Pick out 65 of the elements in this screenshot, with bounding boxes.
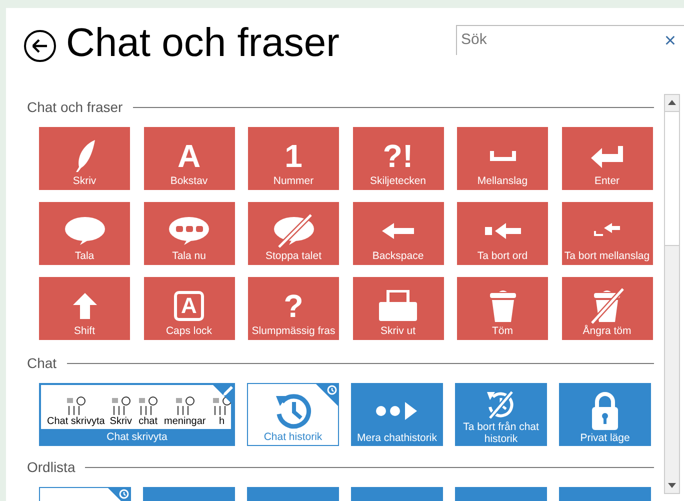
search-field[interactable]: Sök × [456, 25, 684, 55]
clock-corner-badge [315, 383, 339, 407]
symbol-caption: Skriv [110, 416, 132, 427]
phrase-tile[interactable]: Shift [39, 277, 130, 340]
scroll-up-icon[interactable] [668, 100, 676, 105]
phrase-tile[interactable]: Ta bort mellanslag [562, 202, 652, 265]
left-arrow-icon [381, 222, 415, 240]
dots-arrow-icon [375, 400, 419, 420]
phrase-tile[interactable]: Mellanslag [457, 127, 548, 190]
phrase-tile[interactable]: Backspace [352, 202, 444, 265]
printer-icon [378, 290, 418, 322]
crossed-trash-can-icon [590, 288, 624, 324]
phrase-tile[interactable]: ? Slumpmässig fras [248, 277, 339, 340]
phrase-tile[interactable]: 1 Nummer [248, 127, 339, 190]
pictogram-icon [137, 396, 160, 416]
phrase-tile[interactable]: Tala [39, 202, 130, 265]
phrase-tile[interactable]: Skriv [39, 127, 130, 190]
history-tile[interactable]: Chat historik [247, 383, 339, 446]
tile-symbol: ?! [382, 140, 414, 172]
up-arrow-icon [72, 292, 98, 320]
enter-arrow-icon [590, 144, 624, 168]
padlock-icon [591, 390, 619, 430]
phrase-tile[interactable]: A Caps lock [144, 277, 234, 340]
phrase-tile[interactable]: Stoppa talet [248, 202, 339, 265]
pictogram-icon [110, 396, 132, 416]
scroll-down-icon[interactable] [668, 483, 676, 488]
phrase-tile[interactable]: Tala nu [144, 202, 234, 265]
phrase-tile[interactable]: Enter [562, 127, 652, 190]
chat-tile[interactable]: Mera chathistorik [351, 383, 443, 446]
tile-symbol: ? [284, 290, 304, 322]
tile-symbol: A [177, 140, 201, 172]
symbol-caption: chat [138, 416, 158, 427]
phrase-tile[interactable]: Ångra töm [562, 277, 652, 340]
speech-bubble-dots-icon [168, 216, 210, 246]
pictogram-icon [64, 396, 87, 416]
section-heading: Chat och fraser [27, 98, 123, 116]
phrase-tile[interactable]: Ta bort ord [457, 202, 548, 265]
phrase-tile[interactable]: Töm [457, 277, 548, 340]
trash-can-icon [488, 288, 518, 322]
history-clock-icon [274, 392, 312, 430]
back-icon[interactable] [24, 30, 56, 62]
boxed-letter-icon: A [174, 290, 204, 320]
symbol-caption: h [218, 416, 225, 427]
scrollbar[interactable] [664, 94, 680, 494]
phrase-tile[interactable]: Skriv ut [352, 277, 444, 340]
phrase-tile[interactable]: A Bokstav [144, 127, 234, 190]
symbol-caption: meningar [164, 416, 206, 427]
section-heading: Ordlista [27, 458, 76, 476]
clear-search-button[interactable]: × [664, 30, 676, 50]
pictogram-icon [174, 396, 196, 416]
chat-area-tile[interactable]: Chat skrivyta Skriv chat meningar h Chat skrivyta [39, 383, 235, 446]
crossed-speech-bubble-icon [272, 214, 314, 248]
scroll-thumb[interactable] [665, 111, 679, 246]
delete-word-arrow-icon [484, 222, 522, 240]
space-bar-icon [488, 148, 518, 162]
delete-space-arrow-icon [593, 222, 621, 238]
pictogram-icon [210, 396, 231, 416]
tile-symbol: 1 [284, 140, 302, 172]
phrase-tile[interactable]: ?! Skiljetecken [352, 127, 444, 190]
symbol-caption: Chat skrivyta [47, 416, 105, 427]
section-heading: Chat [27, 354, 57, 372]
chat-tile[interactable]: Ta bort från chat historik [455, 383, 547, 446]
page-title: Chat och fraser [66, 20, 340, 67]
chat-tile[interactable]: Privat läge [559, 383, 651, 446]
speech-bubble-icon [64, 216, 106, 246]
